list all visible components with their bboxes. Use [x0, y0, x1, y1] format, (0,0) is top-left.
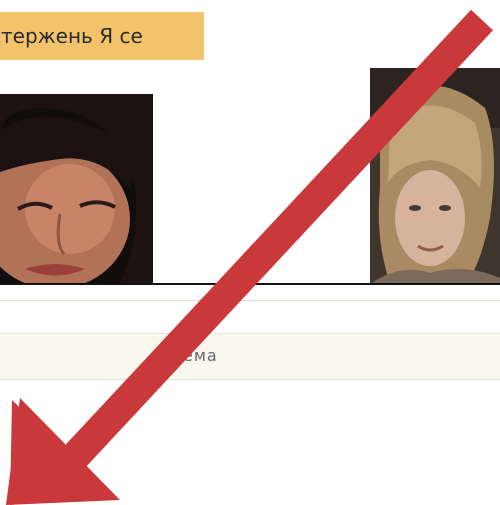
- divider-line: [0, 283, 500, 285]
- section-header-bar: ема: [0, 333, 500, 380]
- screenshot-stage: тержень Я се ема: [0, 0, 500, 505]
- highlighted-text-label: тержень Я се: [1, 24, 143, 48]
- profile-photo-right[interactable]: [370, 68, 500, 284]
- highlighted-text: тержень Я се: [0, 12, 204, 60]
- section-header-label: ема: [183, 346, 218, 365]
- divider-line-light: [0, 300, 500, 301]
- profile-photo-left[interactable]: [0, 94, 153, 284]
- profile-photo-right-image: [370, 68, 500, 284]
- profile-photo-left-image: [0, 94, 153, 284]
